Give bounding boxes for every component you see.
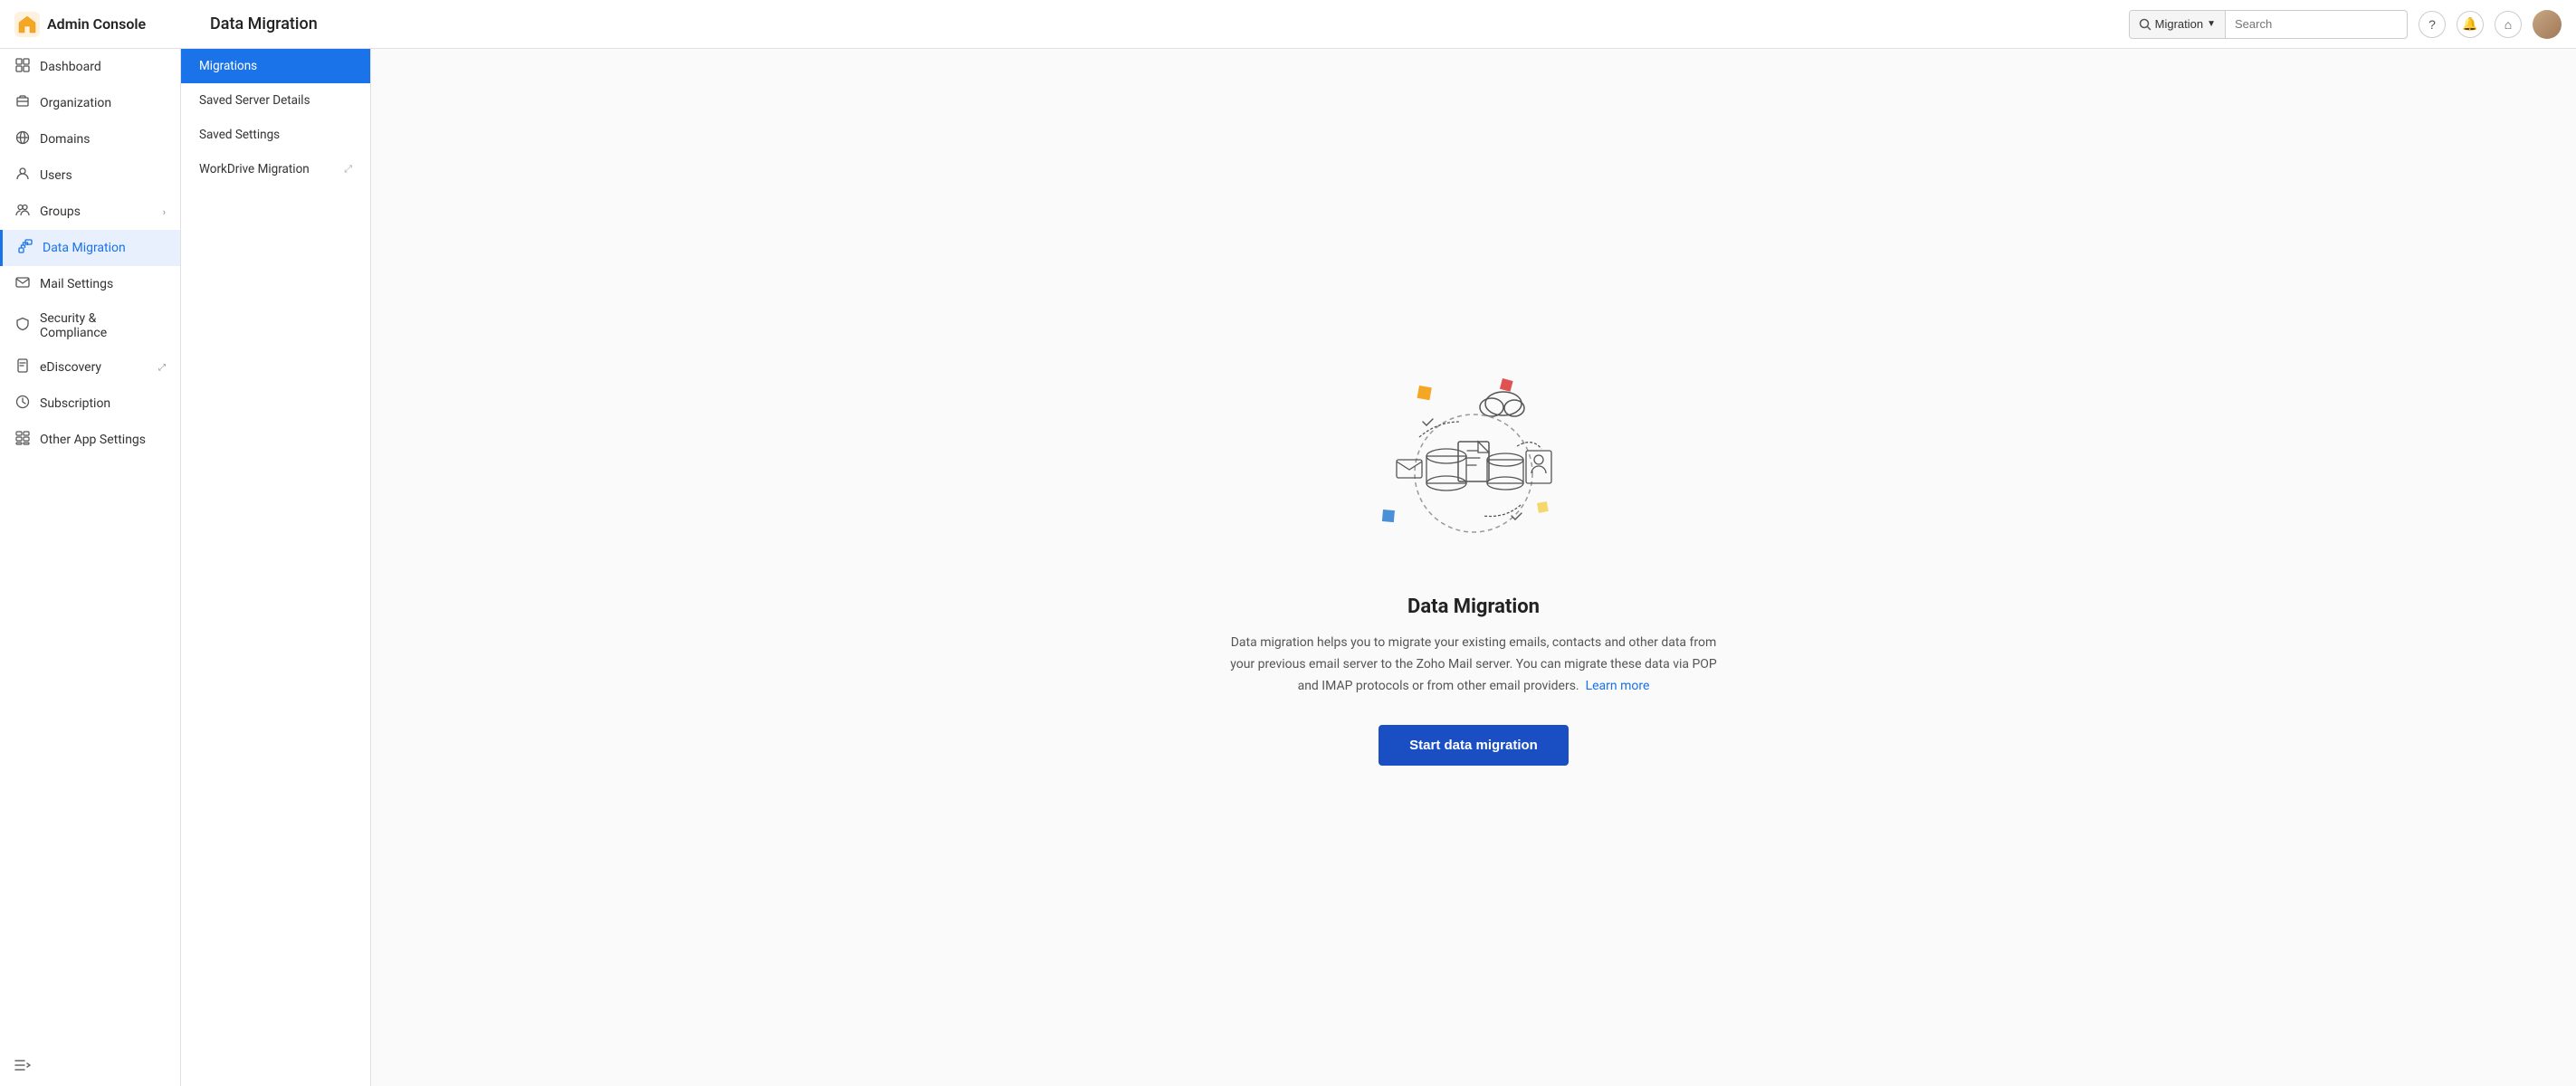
domains-icon <box>14 130 31 148</box>
submenu-workdrive-label: WorkDrive Migration <box>199 162 310 176</box>
users-icon <box>14 167 31 185</box>
submenu-item-workdrive[interactable]: WorkDrive Migration ⤢ <box>181 152 370 186</box>
app-header: Admin Console Data Migration Migration ▼… <box>0 0 2576 49</box>
sidebar-item-groups-label: Groups <box>40 205 154 219</box>
sidebar-item-data-migration[interactable]: Data Migration <box>0 230 180 266</box>
submenu-saved-server-label: Saved Server Details <box>199 93 310 108</box>
learn-more-link[interactable]: Learn more <box>1586 679 1650 693</box>
search-container: Migration ▼ <box>2129 10 2408 39</box>
subscription-icon <box>14 395 31 413</box>
sidebar-item-organization[interactable]: Organization <box>0 85 180 121</box>
sidebar: Dashboard Organization Domains Users Gro <box>0 49 181 1086</box>
page-title: Data Migration <box>196 14 2129 33</box>
organization-icon <box>14 94 31 112</box>
user-avatar[interactable] <box>2533 10 2562 39</box>
ediscovery-ext-icon: ⤢ <box>158 363 166 373</box>
sidebar-item-users-label: Users <box>40 168 166 183</box>
sidebar-item-other-label: Other App Settings <box>40 433 166 447</box>
migration-illustration <box>1329 369 1618 568</box>
submenu-item-saved-server[interactable]: Saved Server Details <box>181 83 370 118</box>
migration-svg <box>1329 369 1618 568</box>
sidebar-item-data-migration-label: Data Migration <box>43 241 166 255</box>
search-input[interactable] <box>2226 17 2407 31</box>
ediscovery-icon <box>14 358 31 376</box>
sidebar-item-org-label: Organization <box>40 96 166 110</box>
groups-icon <box>14 203 31 221</box>
sidebar-item-users[interactable]: Users <box>0 157 180 194</box>
sidebar-item-dashboard-label: Dashboard <box>40 60 166 74</box>
migration-description: Data migration helps you to migrate your… <box>1220 633 1727 697</box>
sidebar-item-other-settings[interactable]: Other App Settings <box>0 422 180 458</box>
search-filter-chevron: ▼ <box>2207 19 2216 29</box>
sidebar-item-domains[interactable]: Domains <box>0 121 180 157</box>
admin-console-logo-icon <box>14 12 40 37</box>
collapse-sidebar-button[interactable] <box>0 1047 180 1086</box>
submenu-item-migrations[interactable]: Migrations <box>181 49 370 83</box>
sidebar-item-security[interactable]: Security & Compliance <box>0 302 180 349</box>
other-settings-icon <box>14 431 31 449</box>
sidebar-item-security-label: Security & Compliance <box>40 311 166 340</box>
sidebar-item-subscription[interactable]: Subscription <box>0 386 180 422</box>
sidebar-item-ediscovery[interactable]: eDiscovery ⤢ <box>0 349 180 386</box>
help-button[interactable]: ? <box>2419 11 2446 38</box>
submenu-saved-settings-label: Saved Settings <box>199 128 280 142</box>
submenu-item-saved-settings[interactable]: Saved Settings <box>181 118 370 152</box>
sidebar-item-ediscovery-label: eDiscovery <box>40 360 149 375</box>
mail-settings-icon <box>14 275 31 293</box>
sidebar-item-domains-label: Domains <box>40 132 166 147</box>
sidebar-item-mail-settings[interactable]: Mail Settings <box>0 266 180 302</box>
sidebar-item-mail-label: Mail Settings <box>40 277 166 291</box>
home-button[interactable]: ⌂ <box>2495 11 2522 38</box>
groups-chevron-icon: › <box>163 206 166 218</box>
start-migration-button[interactable]: Start data migration <box>1379 725 1569 766</box>
notifications-button[interactable]: 🔔 <box>2457 11 2484 38</box>
search-filter-button[interactable]: Migration ▼ <box>2130 11 2226 38</box>
submenu-panel: Migrations Saved Server Details Saved Se… <box>181 49 371 1086</box>
admin-console-title: Admin Console <box>47 15 146 33</box>
sidebar-item-groups[interactable]: Groups › <box>0 194 180 230</box>
migration-empty-state: Data Migration Data migration helps you … <box>1202 333 1745 801</box>
submenu-migrations-label: Migrations <box>199 59 257 73</box>
sidebar-item-subscription-label: Subscription <box>40 396 166 411</box>
search-icon <box>2139 18 2151 31</box>
data-migration-icon <box>17 239 33 257</box>
main-layout: Dashboard Organization Domains Users Gro <box>0 49 2576 1086</box>
logo-container: Admin Console <box>14 12 196 37</box>
dashboard-icon <box>14 58 31 76</box>
search-filter-label: Migration <box>2155 17 2203 31</box>
workdrive-ext-icon: ⤢ <box>344 163 352 176</box>
security-icon <box>14 317 31 335</box>
migration-main-title: Data Migration <box>1407 595 1540 618</box>
main-content: Data Migration Data migration helps you … <box>371 49 2576 1086</box>
header-actions: Migration ▼ ? 🔔 ⌂ <box>2129 10 2562 39</box>
sidebar-item-dashboard[interactable]: Dashboard <box>0 49 180 85</box>
